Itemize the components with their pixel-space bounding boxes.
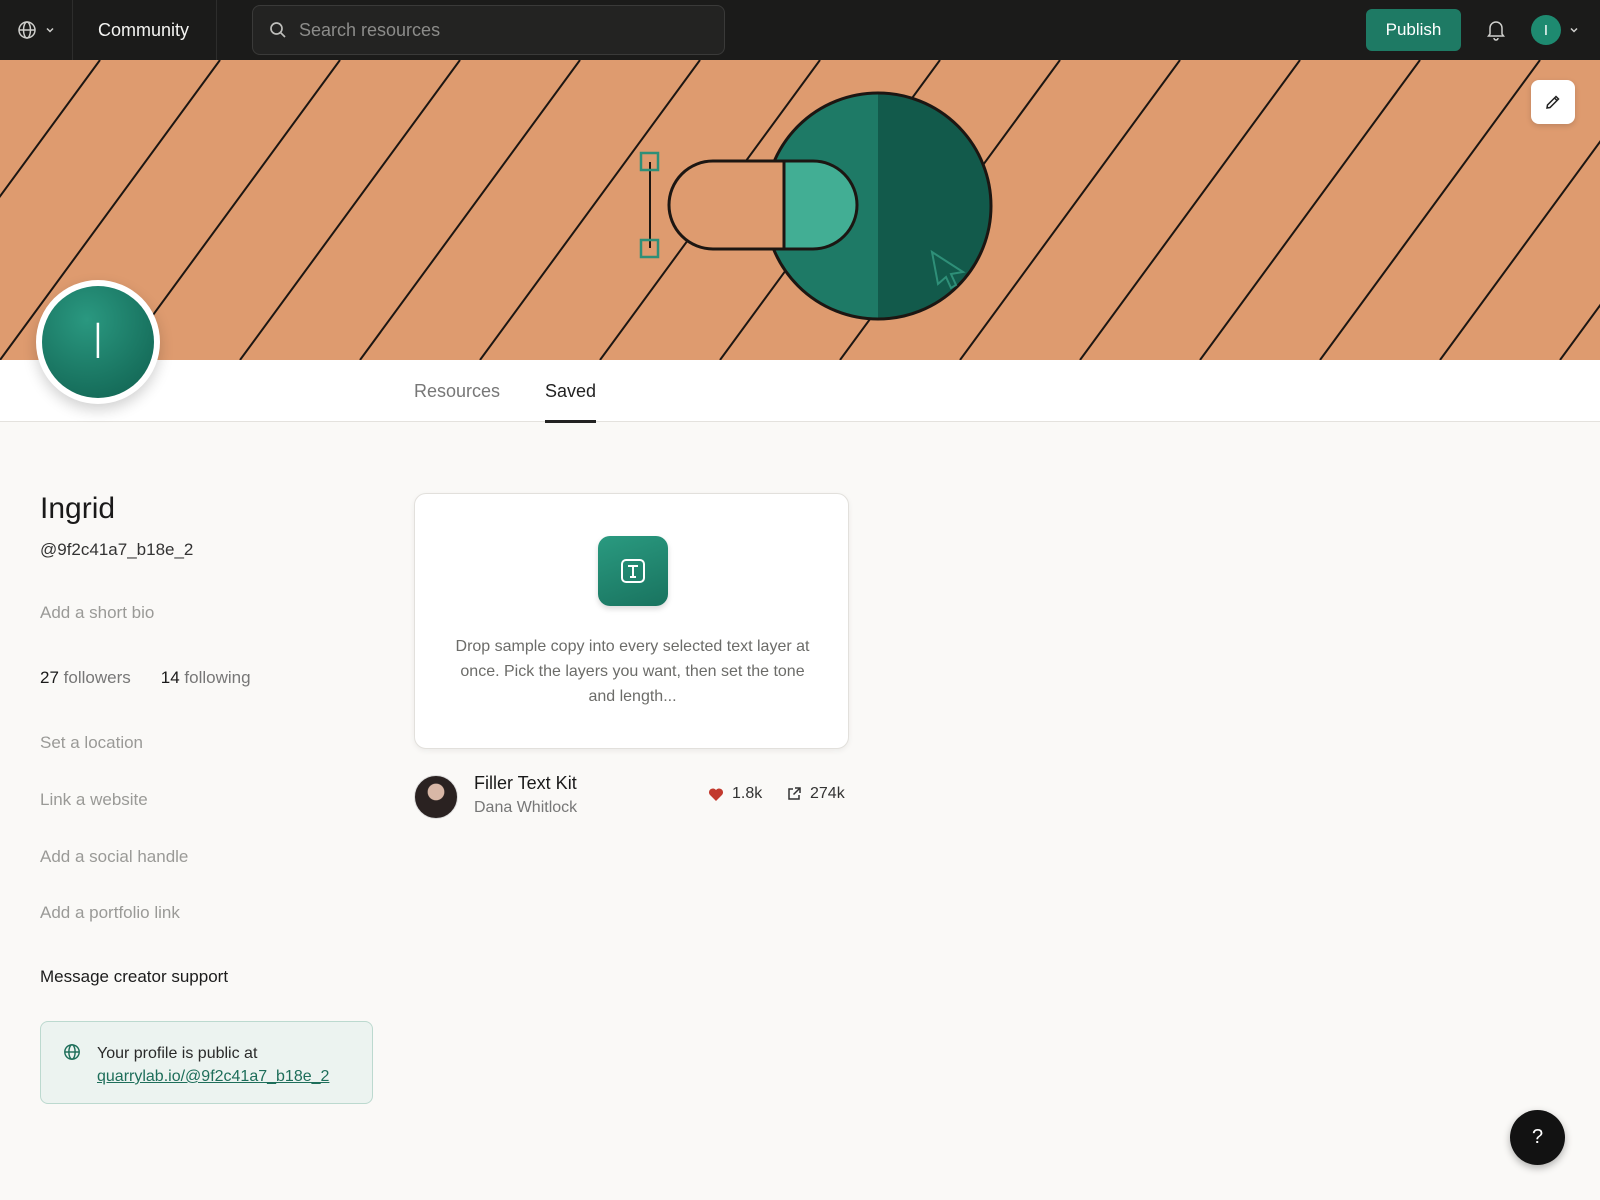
resource-thumbnail bbox=[598, 536, 668, 606]
likes-count: 1.8k bbox=[732, 785, 763, 802]
profile-avatar[interactable]: I bbox=[36, 280, 160, 404]
resource-card[interactable]: Drop sample copy into every selected tex… bbox=[414, 493, 849, 749]
public-profile-notice: Your profile is public at quarrylab.io/@… bbox=[40, 1021, 373, 1104]
profile-name: Ingrid bbox=[40, 492, 116, 525]
community-nav-link[interactable]: Community bbox=[73, 0, 217, 60]
search-input[interactable] bbox=[299, 19, 679, 41]
resource-description: Drop sample copy into every selected tex… bbox=[455, 638, 810, 705]
resource-title[interactable]: Filler Text Kit bbox=[474, 773, 577, 794]
following-count: 14 bbox=[160, 668, 180, 687]
profile-tabs: Resources Saved bbox=[0, 360, 1600, 423]
heart-icon bbox=[708, 787, 724, 801]
open-resource-button[interactable]: 274k bbox=[786, 785, 845, 803]
followers-count: 27 bbox=[40, 668, 59, 687]
followers-label: followers bbox=[63, 668, 131, 687]
resource-meta: Filler Text Kit Dana Whitlock 1.8k 274k bbox=[414, 773, 849, 819]
language-menu-button[interactable] bbox=[0, 0, 73, 60]
globe-icon bbox=[64, 1044, 80, 1060]
add-bio-link[interactable]: Add a short bio bbox=[40, 603, 154, 623]
uses-count: 274k bbox=[810, 785, 845, 802]
profile-handle: @9f2c41a7_b18e_2 bbox=[40, 540, 194, 559]
community-label: Community bbox=[98, 19, 190, 40]
top-bar: Community Publish I bbox=[0, 0, 1600, 60]
following-label: following bbox=[184, 668, 251, 687]
globe-icon bbox=[18, 21, 36, 39]
text-tool-icon bbox=[621, 559, 645, 583]
help-button[interactable]: ? bbox=[1510, 1110, 1565, 1165]
notifications-button[interactable] bbox=[1486, 19, 1506, 46]
like-button[interactable]: 1.8k bbox=[708, 785, 762, 803]
search-bar[interactable] bbox=[252, 5, 725, 55]
chevron-down-icon bbox=[46, 27, 54, 33]
public-notice-text: Your profile is public at bbox=[97, 1045, 258, 1062]
profile-avatar-initial: I bbox=[42, 286, 154, 398]
tab-resources[interactable]: Resources bbox=[414, 360, 500, 422]
follow-stats: 27 followers 14 following bbox=[40, 668, 251, 688]
banner-illustration bbox=[0, 60, 1600, 360]
chevron-down-icon bbox=[1570, 27, 1578, 33]
user-menu-button[interactable]: I bbox=[1531, 15, 1579, 45]
search-icon bbox=[270, 22, 286, 38]
resource-author[interactable]: Dana Whitlock bbox=[474, 799, 577, 817]
public-profile-url-link[interactable]: quarrylab.io/@9f2c41a7_b18e_2 bbox=[97, 1068, 329, 1085]
external-link-icon bbox=[788, 787, 801, 800]
add-social-handle-link[interactable]: Add a social handle bbox=[40, 847, 188, 867]
tab-saved[interactable]: Saved bbox=[545, 360, 597, 423]
profile-banner bbox=[0, 60, 1600, 360]
bell-icon bbox=[1487, 21, 1505, 41]
following-link[interactable]: 14 following bbox=[161, 668, 251, 688]
user-avatar: I bbox=[1531, 15, 1561, 45]
link-website-link[interactable]: Link a website bbox=[40, 790, 148, 810]
add-portfolio-link[interactable]: Add a portfolio link bbox=[40, 903, 180, 923]
message-support-link[interactable]: Message creator support bbox=[40, 967, 228, 987]
publish-label: Publish bbox=[1385, 20, 1442, 39]
publish-button[interactable]: Publish bbox=[1366, 9, 1461, 51]
edit-banner-button[interactable] bbox=[1531, 80, 1575, 124]
followers-link[interactable]: 27 followers bbox=[40, 668, 131, 688]
author-avatar[interactable] bbox=[414, 775, 458, 819]
pencil-icon bbox=[1546, 95, 1560, 109]
set-location-link[interactable]: Set a location bbox=[40, 733, 143, 753]
